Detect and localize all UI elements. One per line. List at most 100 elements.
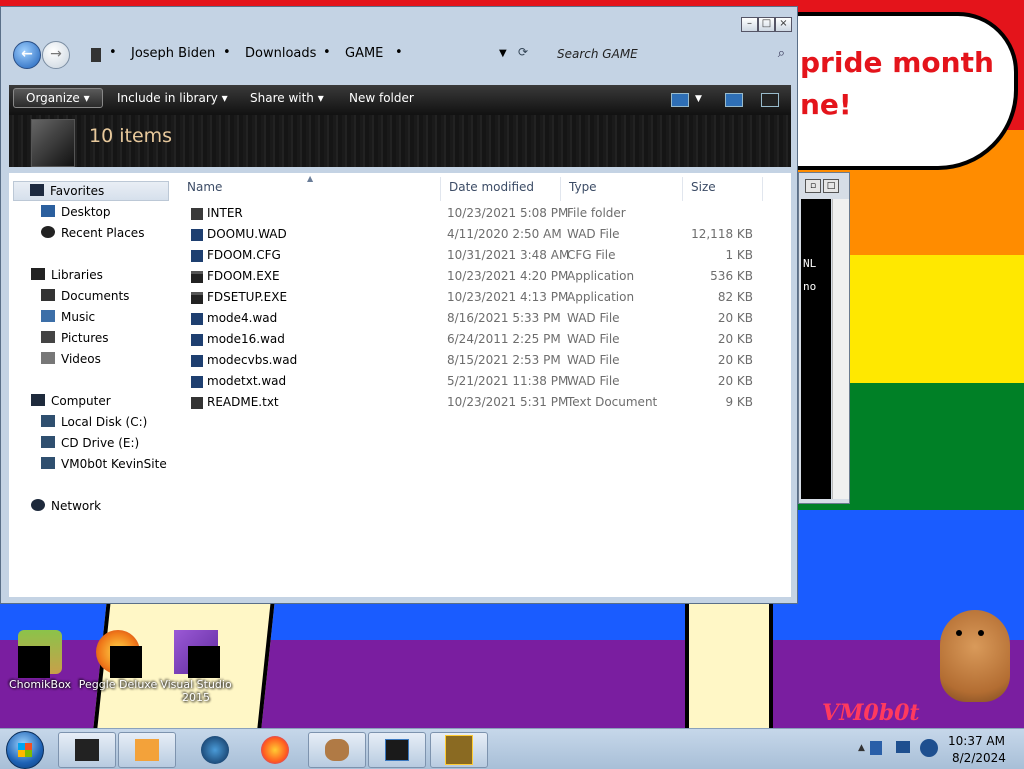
dos-window[interactable]: ▫ □ NL no bbox=[798, 172, 850, 504]
chevron-up-icon[interactable]: ▲ bbox=[858, 743, 865, 753]
update-icon[interactable] bbox=[920, 739, 938, 757]
nav-favorites[interactable]: Favorites bbox=[13, 181, 169, 201]
desktop-icon-peggle[interactable]: Peggle Deluxe bbox=[78, 630, 158, 691]
preview-pane-icon[interactable] bbox=[725, 93, 743, 107]
help-icon[interactable] bbox=[761, 93, 779, 107]
include-in-library-button[interactable]: Include in library ▾ bbox=[117, 91, 228, 105]
nav-videos[interactable]: Videos bbox=[41, 352, 101, 372]
nav-network[interactable]: Network bbox=[31, 499, 101, 519]
file-row[interactable]: INTER 10/23/2021 5:08 PM File folder bbox=[179, 203, 765, 224]
file-type: Application bbox=[567, 290, 635, 304]
star-icon bbox=[30, 184, 44, 196]
maximize-icon[interactable]: □ bbox=[823, 179, 839, 193]
refresh-icon[interactable]: ⟳ bbox=[518, 45, 528, 59]
search-input[interactable]: Search GAME ⌕ bbox=[547, 43, 791, 65]
breadcrumb-game[interactable]: GAME bbox=[345, 46, 383, 61]
column-header-size[interactable]: Size bbox=[683, 177, 763, 201]
file-size: 1 KB bbox=[725, 248, 753, 262]
file-row[interactable]: DOOMU.WAD 4/11/2020 2:50 AM WAD File 12,… bbox=[179, 224, 765, 245]
breadcrumb-joseph-biden[interactable]: Joseph Biden bbox=[131, 46, 215, 61]
desktop-icon-visual-studio[interactable]: Visual Studio 2015 bbox=[156, 630, 236, 704]
network-status-icon[interactable] bbox=[896, 741, 910, 753]
nav-computer[interactable]: Computer bbox=[31, 394, 111, 414]
nav-cd-drive[interactable]: CD Drive (E:) bbox=[41, 436, 139, 456]
taskbar-window[interactable] bbox=[368, 732, 426, 768]
taskbar-globe[interactable] bbox=[184, 732, 242, 768]
organize-label: Organize bbox=[26, 91, 80, 105]
taskbar-dosbox[interactable] bbox=[430, 732, 488, 768]
firefox-icon bbox=[261, 736, 289, 764]
file-type: WAD File bbox=[567, 353, 620, 367]
maximize-icon[interactable]: □ bbox=[758, 17, 775, 32]
nav-music[interactable]: Music bbox=[41, 310, 95, 330]
bubble-line-2: ne! bbox=[800, 88, 852, 121]
nav-documents[interactable]: Documents bbox=[41, 289, 129, 309]
nav-recent-places[interactable]: Recent Places bbox=[41, 226, 144, 246]
column-header-label: Name bbox=[187, 180, 223, 194]
new-folder-button[interactable]: New folder bbox=[349, 91, 414, 105]
start-button[interactable] bbox=[6, 731, 44, 769]
bubble-line-1: pride month bbox=[800, 46, 994, 79]
taskbar-media-player[interactable] bbox=[118, 732, 176, 768]
peggle-icon bbox=[96, 630, 142, 678]
wad-file-icon bbox=[191, 229, 203, 241]
documents-icon bbox=[41, 289, 55, 301]
nav-local-disk[interactable]: Local Disk (C:) bbox=[41, 415, 147, 435]
file-row[interactable]: modecvbs.wad 8/15/2021 2:53 PM WAD File … bbox=[179, 350, 765, 371]
nav-label: Computer bbox=[51, 394, 111, 408]
dos-console[interactable]: NL no bbox=[801, 199, 831, 499]
file-row[interactable]: mode4.wad 8/16/2021 5:33 PM WAD File 20 … bbox=[179, 308, 765, 329]
file-row[interactable]: FDOOM.CFG 10/31/2021 3:48 AM CFG File 1 … bbox=[179, 245, 765, 266]
file-name: README.txt bbox=[207, 395, 279, 409]
file-size: 12,118 KB bbox=[691, 227, 753, 241]
search-icon[interactable]: ⌕ bbox=[778, 46, 785, 61]
organize-button[interactable]: Organize ▾ bbox=[13, 88, 103, 108]
explorer-icon bbox=[75, 739, 99, 761]
navigation-pane: Favorites Desktop Recent Places Librarie… bbox=[9, 173, 177, 597]
nav-pictures[interactable]: Pictures bbox=[41, 331, 109, 351]
breadcrumb-downloads[interactable]: Downloads bbox=[245, 46, 316, 61]
nav-label: Libraries bbox=[51, 268, 103, 282]
vertical-scrollbar[interactable] bbox=[771, 173, 791, 597]
tray-app-icon[interactable] bbox=[870, 741, 882, 755]
column-header-name[interactable]: Name ▲ bbox=[179, 174, 441, 201]
forward-button[interactable]: → bbox=[42, 41, 70, 69]
taskbar-firefox[interactable] bbox=[244, 732, 302, 768]
nav-desktop[interactable]: Desktop bbox=[41, 205, 111, 225]
clock-date[interactable]: 8/2/2024 bbox=[952, 751, 1006, 765]
file-size: 20 KB bbox=[717, 353, 753, 367]
explorer-window[interactable]: – □ × ← → • Joseph Biden • Downloads • G… bbox=[0, 6, 798, 604]
desktop-icon-chomikbox[interactable]: ChomikBox bbox=[0, 630, 80, 691]
taskbar-explorer[interactable] bbox=[58, 732, 116, 768]
back-button[interactable]: ← bbox=[13, 41, 41, 69]
breadcrumb-separator: • bbox=[323, 45, 331, 60]
taskbar-hamster-app[interactable] bbox=[308, 732, 366, 768]
file-row[interactable]: mode16.wad 6/24/2011 2:25 PM WAD File 20… bbox=[179, 329, 765, 350]
file-row[interactable]: FDOOM.EXE 10/23/2021 4:20 PM Application… bbox=[179, 266, 765, 287]
file-row[interactable]: FDSETUP.EXE 10/23/2021 4:13 PM Applicati… bbox=[179, 287, 765, 308]
libraries-icon bbox=[31, 268, 45, 280]
brand-text: VM0b0t bbox=[822, 700, 920, 726]
application-icon bbox=[191, 271, 203, 283]
close-icon[interactable]: × bbox=[775, 17, 792, 32]
nav-libraries[interactable]: Libraries bbox=[31, 268, 103, 288]
file-date: 10/23/2021 4:20 PM bbox=[447, 269, 569, 283]
address-bar[interactable]: • Joseph Biden • Downloads • GAME • ▼ bbox=[85, 42, 513, 66]
title-bar[interactable]: – □ × bbox=[1, 7, 797, 37]
file-name: modetxt.wad bbox=[207, 374, 287, 388]
chevron-down-icon[interactable]: ▼ bbox=[695, 94, 702, 104]
file-row[interactable]: README.txt 10/23/2021 5:31 PM Text Docum… bbox=[179, 392, 765, 413]
file-type: File folder bbox=[567, 206, 626, 220]
dos-scrollbar[interactable] bbox=[832, 199, 849, 499]
share-with-button[interactable]: Share with ▾ bbox=[250, 91, 324, 105]
file-row[interactable]: modetxt.wad 5/21/2021 11:38 PM WAD File … bbox=[179, 371, 765, 392]
minimize-icon[interactable]: ▫ bbox=[805, 179, 821, 193]
column-header-type[interactable]: Type bbox=[561, 177, 683, 201]
minimize-icon[interactable]: – bbox=[741, 17, 758, 32]
file-date: 8/15/2021 2:53 PM bbox=[447, 353, 561, 367]
clock-time[interactable]: 10:37 AM bbox=[948, 734, 1005, 748]
chevron-down-icon[interactable]: ▼ bbox=[499, 48, 507, 59]
column-header-date[interactable]: Date modified bbox=[441, 177, 561, 201]
view-options-icon[interactable] bbox=[671, 93, 689, 107]
nav-network-drive[interactable]: VM0b0t KevinSite bbox=[41, 457, 167, 477]
